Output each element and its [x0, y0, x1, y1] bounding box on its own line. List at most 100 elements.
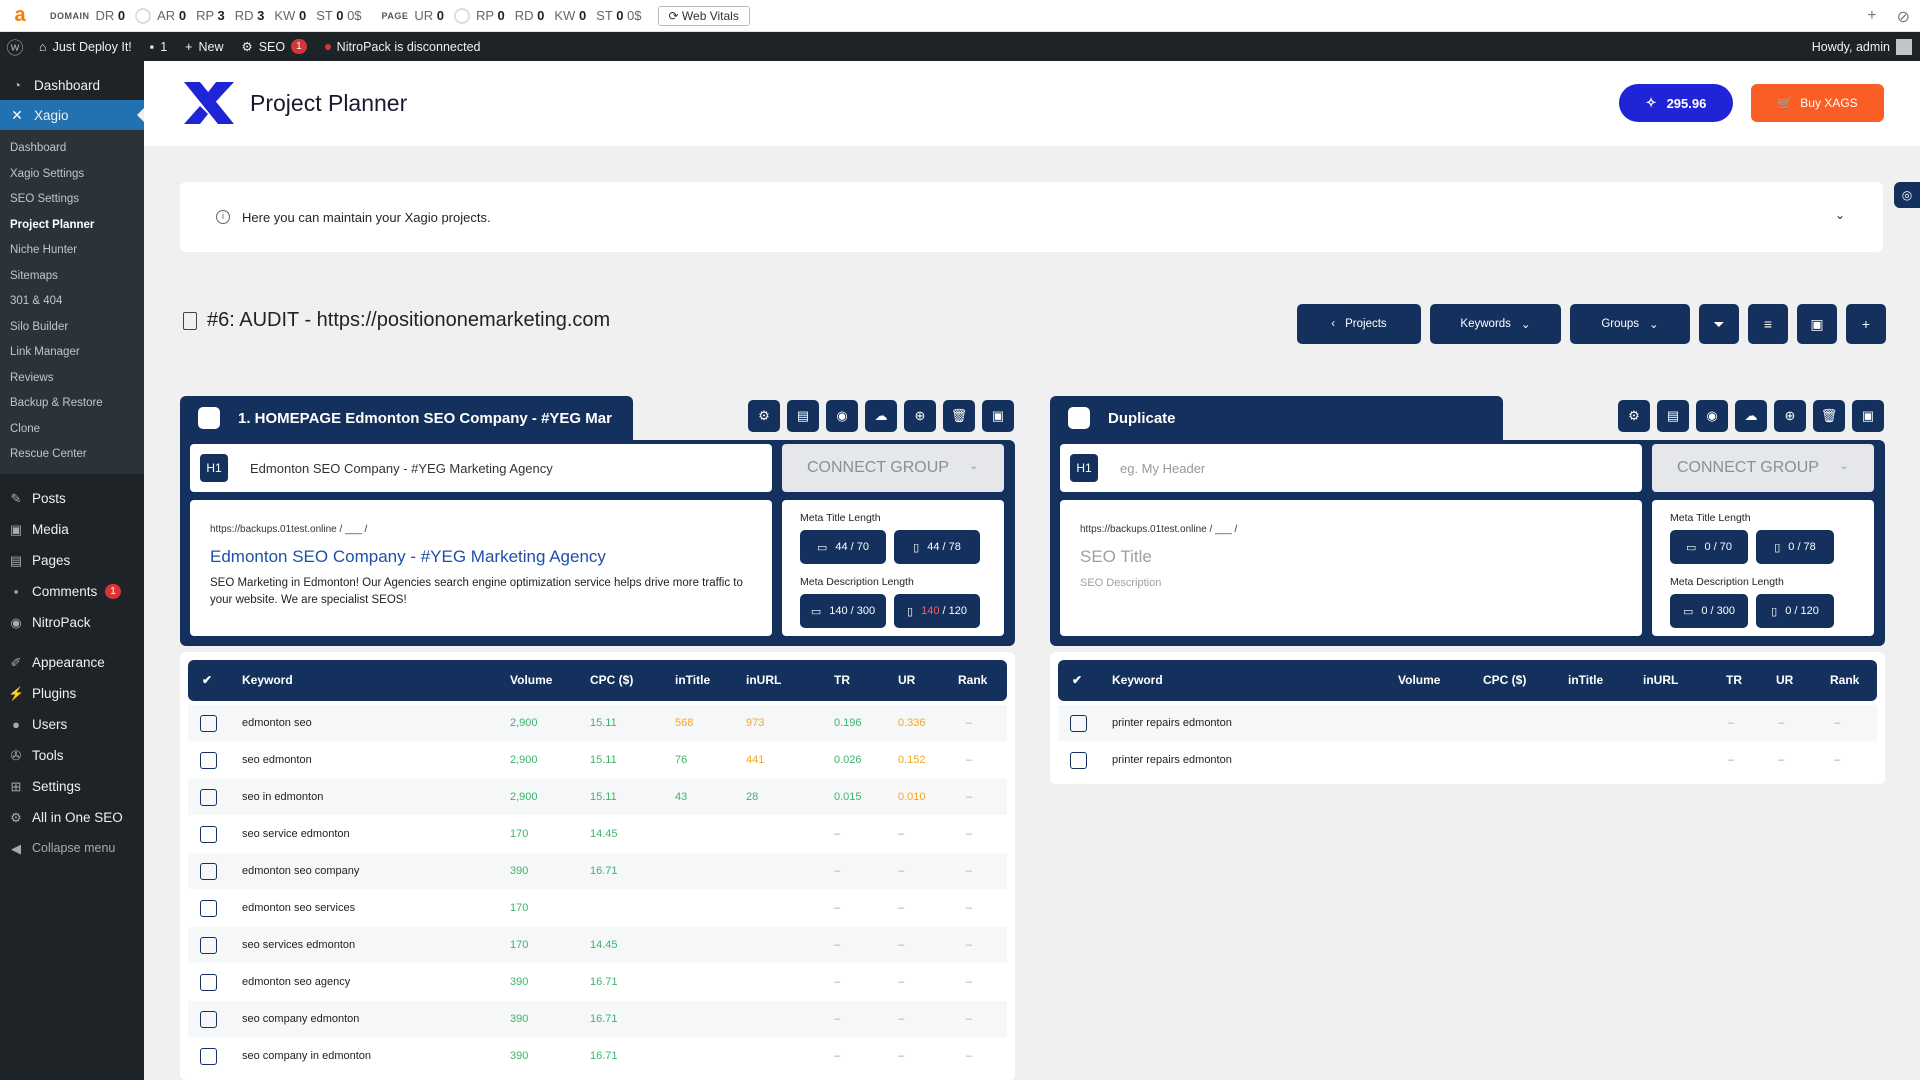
- row-checkbox[interactable]: [1070, 715, 1087, 732]
- group-preview-button[interactable]: ◉: [1696, 400, 1728, 432]
- submenu-backup-restore[interactable]: Backup & Restore: [0, 391, 144, 417]
- table-row[interactable]: seo services edmonton 170 14.45 – – –: [188, 927, 1007, 964]
- site-name-link[interactable]: ⌂ Just Deploy It!: [30, 32, 141, 61]
- group-notes-button[interactable]: ▤: [787, 400, 819, 432]
- sidebar-item-plugins[interactable]: ⚡ Plugins: [0, 678, 144, 709]
- submenu-clone[interactable]: Clone: [0, 417, 144, 443]
- group-cloud-button[interactable]: ☁: [1735, 400, 1767, 432]
- sidebar-item-dashboard[interactable]: ◔ Dashboard: [0, 70, 144, 100]
- sidebar-item-users[interactable]: ● Users: [0, 709, 144, 740]
- sidebar-item-aioseo[interactable]: ⚙ All in One SEO: [0, 802, 144, 833]
- preview-url[interactable]: https://backups.01test.online / ___ /: [1080, 524, 1622, 535]
- row-checkbox[interactable]: [200, 752, 217, 769]
- h1-field[interactable]: H1 eg. My Header: [1060, 444, 1642, 492]
- sidebar-item-media[interactable]: ▣ Media: [0, 514, 144, 545]
- select-all-check-icon[interactable]: ✔: [1072, 660, 1082, 701]
- table-row[interactable]: edmonton seo 2,900 15.11 568 973 0.196 0.336 –: [188, 705, 1007, 742]
- buy-xags-button[interactable]: 🛒 Buy XAGS: [1751, 84, 1884, 122]
- wordpress-logo-icon[interactable]: ⓦ: [0, 32, 30, 61]
- account-menu[interactable]: Howdy, admin: [1812, 32, 1912, 61]
- table-row[interactable]: edmonton seo company 390 16.71 – – –: [188, 853, 1007, 890]
- sidebar-item-tools[interactable]: ✇ Tools: [0, 740, 144, 771]
- group-save-button[interactable]: ▣: [1852, 400, 1884, 432]
- sidebar-item-nitropack[interactable]: ◉ NitroPack: [0, 607, 144, 638]
- table-row[interactable]: seo company in edmonton 390 16.71 – – –: [188, 1038, 1007, 1075]
- row-checkbox[interactable]: [200, 715, 217, 732]
- table-row[interactable]: seo in edmonton 2,900 15.11 43 28 0.015 0.010 –: [188, 779, 1007, 816]
- plus-icon[interactable]: +: [1867, 7, 1876, 27]
- connect-group-dropdown[interactable]: CONNECT GROUP ⌄: [782, 444, 1004, 492]
- table-row[interactable]: seo edmonton 2,900 15.11 76 441 0.026 0.152 –: [188, 742, 1007, 779]
- group-settings-button[interactable]: ⚙: [1618, 400, 1650, 432]
- preview-seo-title[interactable]: Edmonton SEO Company - #YEG Marketing Ag…: [210, 547, 752, 567]
- group-name[interactable]: Duplicate: [1108, 410, 1176, 427]
- ahrefs-logo-icon[interactable]: a: [0, 4, 40, 27]
- filter-button[interactable]: ⏷: [1699, 304, 1739, 344]
- group-target-button[interactable]: ⊕: [904, 400, 936, 432]
- row-checkbox[interactable]: [200, 900, 217, 917]
- sidebar-item-settings[interactable]: ⊞ Settings: [0, 771, 144, 802]
- sort-button[interactable]: ≡: [1748, 304, 1788, 344]
- group-select-checkbox[interactable]: [1068, 407, 1090, 429]
- row-checkbox[interactable]: [200, 826, 217, 843]
- groups-dropdown[interactable]: Groups ⌄: [1570, 304, 1690, 344]
- add-group-button[interactable]: +: [1846, 304, 1886, 344]
- collapse-menu-button[interactable]: ◀ Collapse menu: [0, 833, 144, 864]
- row-checkbox[interactable]: [200, 1048, 217, 1065]
- group-cloud-button[interactable]: ☁: [865, 400, 897, 432]
- comments-link[interactable]: ▪ 1: [141, 32, 176, 61]
- select-all-check-icon[interactable]: ✔: [202, 660, 212, 701]
- settings-icon[interactable]: ⊘: [1897, 7, 1910, 27]
- sidebar-item-xagio[interactable]: ✕ Xagio: [0, 100, 144, 130]
- row-checkbox[interactable]: [200, 1011, 217, 1028]
- preview-url[interactable]: https://backups.01test.online / ___ /: [210, 524, 752, 535]
- submenu-reviews[interactable]: Reviews: [0, 366, 144, 392]
- projects-button[interactable]: ‹ Projects: [1297, 304, 1421, 344]
- sidebar-item-comments[interactable]: ▪ Comments 1: [0, 576, 144, 607]
- group-name[interactable]: 1. HOMEPAGE Edmonton SEO Company - #YEG …: [238, 410, 612, 427]
- table-row[interactable]: seo service edmonton 170 14.45 – – –: [188, 816, 1007, 853]
- submenu-project-planner[interactable]: Project Planner: [0, 213, 144, 239]
- group-delete-button[interactable]: 🗑: [1813, 400, 1845, 432]
- row-checkbox[interactable]: [200, 863, 217, 880]
- xags-balance-button[interactable]: ✧ 295.96: [1619, 84, 1733, 122]
- chevron-down-icon[interactable]: ⌄: [1835, 208, 1845, 222]
- table-row[interactable]: printer repairs edmonton – – –: [1058, 742, 1877, 779]
- group-save-button[interactable]: ▣: [982, 400, 1014, 432]
- row-checkbox[interactable]: [200, 974, 217, 991]
- seo-menu-link[interactable]: ⚙ SEO 1: [232, 32, 315, 61]
- sidebar-item-appearance[interactable]: ✐ Appearance: [0, 647, 144, 678]
- row-checkbox[interactable]: [200, 937, 217, 954]
- table-row[interactable]: edmonton seo services 170 – – –: [188, 890, 1007, 927]
- preview-seo-title[interactable]: SEO Title: [1080, 547, 1622, 567]
- connect-group-dropdown[interactable]: CONNECT GROUP ⌄: [1652, 444, 1874, 492]
- group-select-checkbox[interactable]: [198, 407, 220, 429]
- table-row[interactable]: edmonton seo agency 390 16.71 – – –: [188, 964, 1007, 1001]
- submenu-sitemaps[interactable]: Sitemaps: [0, 264, 144, 290]
- submenu-xagio-settings[interactable]: Xagio Settings: [0, 162, 144, 188]
- group-notes-button[interactable]: ▤: [1657, 400, 1689, 432]
- submenu-silo-builder[interactable]: Silo Builder: [0, 315, 144, 341]
- table-row[interactable]: printer repairs edmonton – – –: [1058, 705, 1877, 742]
- sidebar-item-posts[interactable]: ✎ Posts: [0, 483, 144, 514]
- side-widget-icon[interactable]: ◎: [1894, 182, 1920, 208]
- table-row[interactable]: seo company edmonton 390 16.71 – – –: [188, 1001, 1007, 1038]
- submenu-dashboard[interactable]: Dashboard: [0, 136, 144, 162]
- group-preview-button[interactable]: ◉: [826, 400, 858, 432]
- submenu-seo-settings[interactable]: SEO Settings: [0, 187, 144, 213]
- h1-field[interactable]: H1 Edmonton SEO Company - #YEG Marketing…: [190, 444, 772, 492]
- sidebar-item-pages[interactable]: ▤ Pages: [0, 545, 144, 576]
- new-content-link[interactable]: + New: [176, 32, 232, 61]
- submenu-301-404[interactable]: 301 & 404: [0, 289, 144, 315]
- save-button[interactable]: ▣: [1797, 304, 1837, 344]
- submenu-niche-hunter[interactable]: Niche Hunter: [0, 238, 144, 264]
- row-checkbox[interactable]: [1070, 752, 1087, 769]
- group-settings-button[interactable]: ⚙: [748, 400, 780, 432]
- row-checkbox[interactable]: [200, 789, 217, 806]
- submenu-link-manager[interactable]: Link Manager: [0, 340, 144, 366]
- group-target-button[interactable]: ⊕: [1774, 400, 1806, 432]
- group-delete-button[interactable]: 🗑: [943, 400, 975, 432]
- preview-seo-description[interactable]: SEO Description: [1080, 575, 1622, 592]
- preview-seo-description[interactable]: SEO Marketing in Edmonton! Our Agencies …: [210, 575, 752, 609]
- submenu-rescue-center[interactable]: Rescue Center: [0, 442, 144, 468]
